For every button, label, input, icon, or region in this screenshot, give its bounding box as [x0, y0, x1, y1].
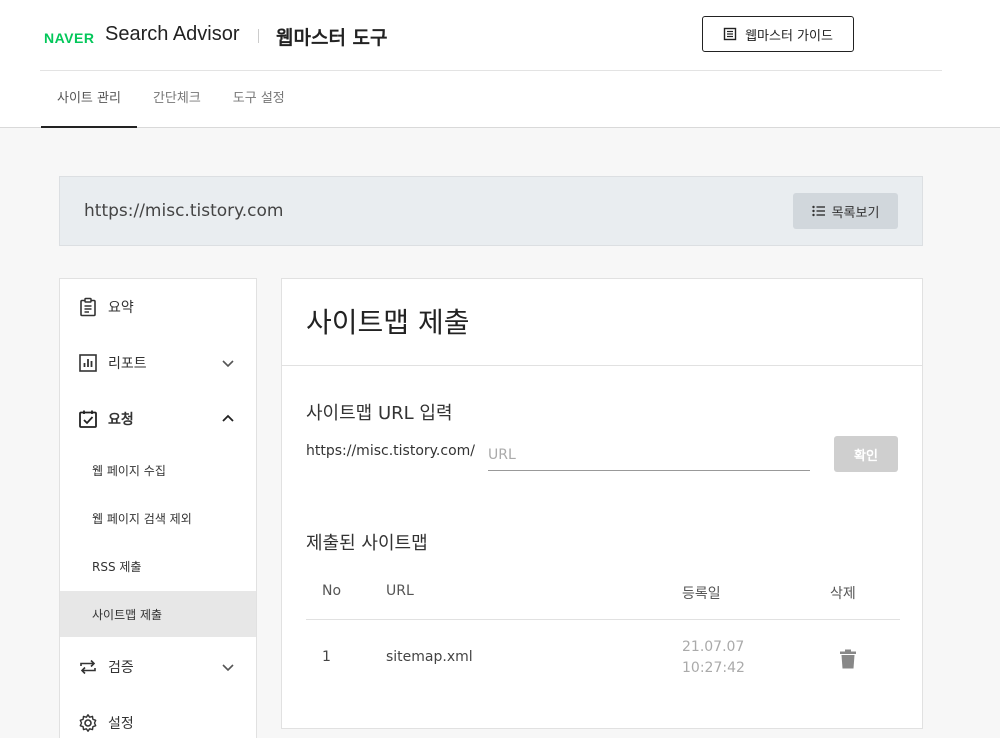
sitemap-url-input[interactable] — [488, 439, 810, 471]
row-no: 1 — [322, 649, 331, 665]
top-header: NAVER Search Advisor 웹마스터 도구 웹마스터 가이드 사이… — [0, 0, 1000, 128]
chevron-down-icon[interactable] — [220, 659, 236, 675]
sidebar-item-report[interactable]: 리포트 — [60, 335, 256, 391]
bar-chart-icon — [79, 354, 97, 372]
sidebar-sub-rss-submit[interactable]: RSS 제출 — [60, 543, 256, 589]
tab-quick-check[interactable]: 간단체크 — [137, 71, 217, 128]
webmaster-guide-label: 웹마스터 가이드 — [745, 28, 833, 44]
submitted-sitemaps-title: 제출된 사이트맵 — [306, 533, 428, 554]
sidebar-item-label: 리포트 — [108, 356, 147, 372]
naver-logo[interactable]: NAVER — [44, 30, 94, 46]
sidebar-item-settings[interactable]: 설정 — [60, 695, 256, 738]
sidebar-item-verify[interactable]: 검증 — [60, 639, 256, 695]
column-header-url: URL — [386, 583, 414, 599]
search-advisor-logo[interactable]: Search Advisor — [105, 23, 240, 46]
clipboard-icon — [80, 297, 96, 317]
title-divider — [282, 365, 922, 366]
sidebar-item-label: 검증 — [108, 660, 134, 676]
sitemap-url-input-title: 사이트맵 URL 입력 — [306, 403, 453, 424]
gear-icon — [79, 714, 97, 732]
sitemap-url-prefix: https://misc.tistory.com/ — [306, 443, 475, 459]
global-nav: 사이트 관리 간단체크 도구 설정 — [41, 71, 301, 128]
table-header-divider — [306, 619, 900, 620]
sidebar-sub-web-page-exclude[interactable]: 웹 페이지 검색 제외 — [60, 495, 256, 541]
chevron-down-icon[interactable] — [220, 355, 236, 371]
page-title: 사이트맵 제출 — [306, 306, 470, 339]
tab-tool-settings[interactable]: 도구 설정 — [217, 71, 301, 128]
sidebar-sub-sitemap-submit[interactable]: 사이트맵 제출 — [60, 591, 256, 637]
row-date: 21.07.07 10:27:42 — [682, 639, 745, 676]
site-bar: https://misc.tistory.com 목록보기 — [59, 176, 923, 246]
sidebar-item-request[interactable]: 요청 — [60, 391, 256, 447]
sitemap-submit-panel: 사이트맵 제출 사이트맵 URL 입력 https://misc.tistory… — [281, 278, 923, 729]
sidebar-item-summary[interactable]: 요약 — [60, 279, 256, 335]
column-header-date: 등록일 — [682, 586, 721, 602]
sidebar: 요약 리포트 요청 웹 페이지 수집 웹 페이지 검색 제외 RSS 제출 사이… — [59, 278, 257, 738]
site-url: https://misc.tistory.com — [84, 201, 284, 221]
list-view-label: 목록보기 — [831, 205, 880, 221]
row-url: sitemap.xml — [386, 649, 473, 665]
guide-book-icon — [723, 27, 737, 41]
sidebar-item-label: 요약 — [108, 300, 134, 316]
repeat-icon — [80, 659, 96, 675]
list-icon — [811, 205, 825, 217]
column-header-delete: 삭제 — [830, 586, 856, 602]
webmaster-tool-title: 웹마스터 도구 — [276, 27, 388, 49]
logo-divider — [258, 29, 259, 43]
tab-site-management[interactable]: 사이트 관리 — [41, 71, 137, 128]
sidebar-sub-web-page-collect[interactable]: 웹 페이지 수집 — [60, 447, 256, 493]
checkbox-icon — [79, 410, 97, 428]
list-view-button[interactable]: 목록보기 — [793, 193, 898, 229]
chevron-up-icon[interactable] — [220, 411, 236, 427]
trash-icon[interactable] — [839, 649, 857, 669]
sidebar-item-label: 요청 — [108, 412, 134, 428]
confirm-button[interactable]: 확인 — [834, 436, 898, 472]
webmaster-guide-button[interactable]: 웹마스터 가이드 — [702, 16, 854, 52]
column-header-no: No — [322, 583, 342, 599]
sidebar-item-label: 설정 — [108, 716, 134, 732]
